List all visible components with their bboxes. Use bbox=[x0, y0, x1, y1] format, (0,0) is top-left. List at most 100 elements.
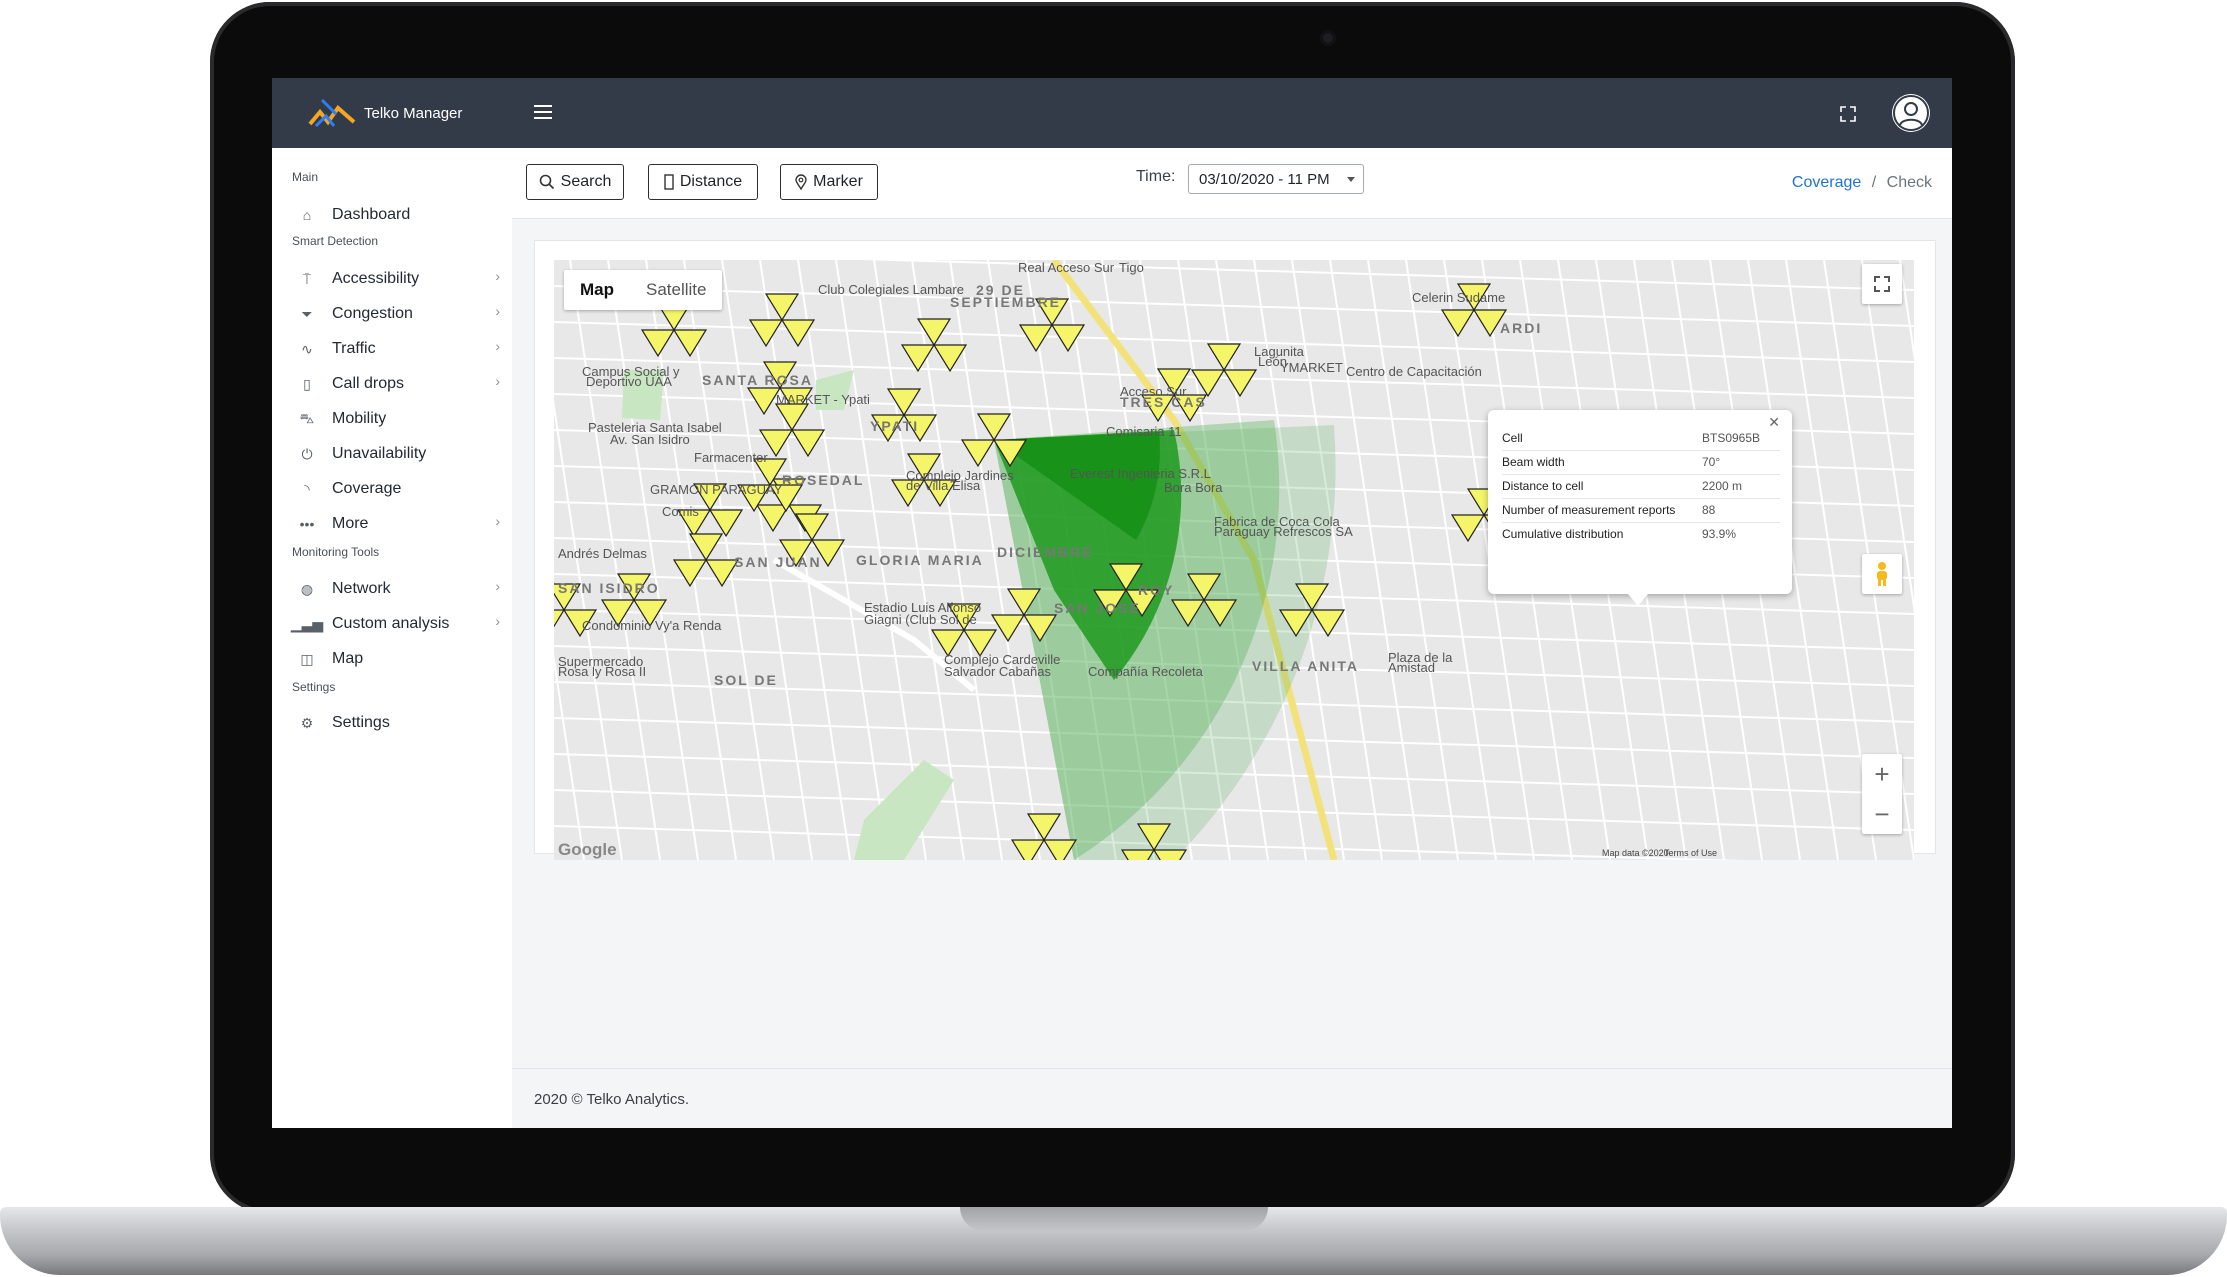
map-place-label: TRES CAS bbox=[1120, 394, 1207, 410]
menu-icon[interactable] bbox=[532, 102, 554, 122]
top-bar: Telko Manager bbox=[272, 78, 1952, 148]
google-logo: Google bbox=[558, 840, 617, 859]
map-place-label: SAN JUAN bbox=[734, 554, 822, 570]
funnel-icon: ⏷ bbox=[301, 305, 313, 322]
sidebar-item-dashboard[interactable]: ⌂ Dashboard bbox=[296, 202, 502, 228]
street-view-pegman[interactable] bbox=[1862, 554, 1902, 594]
cell-info-window: ✕ Cell BTS0965B Beam width 70° Distance … bbox=[1488, 410, 1792, 606]
sidebar-item-label: Mobility bbox=[332, 410, 387, 427]
map-place-label: ROSEDAL bbox=[782, 472, 865, 488]
map-place-label: SOL DE bbox=[714, 672, 778, 688]
sidebar-item-traffic[interactable]: ∿ Traffic › bbox=[296, 336, 502, 362]
sidebar-item-congestion[interactable]: ⏷ Congestion › bbox=[296, 301, 502, 327]
globe-icon: ◍ bbox=[300, 580, 314, 597]
map-place-label: YPATI bbox=[870, 418, 920, 434]
sidebar-item-label: Custom analysis bbox=[332, 615, 450, 632]
brand-name: Telko Manager bbox=[364, 104, 463, 122]
info-window-tail bbox=[1628, 594, 1648, 606]
info-value: 2200 m bbox=[1702, 479, 1743, 493]
sidebar-section-settings: Settings bbox=[292, 680, 336, 694]
map-attribution: Map data ©2020 bbox=[1602, 848, 1669, 858]
map-place-label: Paraguay Refrescos SA bbox=[1214, 524, 1353, 539]
breadcrumb: Coverage / Check bbox=[1792, 174, 1932, 192]
sidebar-item-label: Unavailability bbox=[332, 445, 427, 462]
map-icon: ◫ bbox=[300, 650, 314, 667]
info-value: 88 bbox=[1702, 503, 1716, 517]
user-avatar-icon[interactable] bbox=[1892, 94, 1930, 132]
map-place-label: DICIEMBRE bbox=[997, 544, 1094, 560]
sidebar-item-unavailability[interactable]: ⏻ Unavailability bbox=[296, 441, 502, 467]
toolbar: Search Distance Marker Time: 03/10/2020 … bbox=[512, 148, 1952, 219]
time-select[interactable]: 03/10/2020 - 11 PM bbox=[1188, 164, 1364, 194]
sidebar-item-label: Call drops bbox=[332, 375, 405, 392]
info-key: Beam width bbox=[1502, 455, 1565, 469]
zoom-out-button[interactable]: − bbox=[1862, 794, 1902, 834]
map-place-label: Salvador Cabañas bbox=[944, 664, 1051, 679]
info-row-cell: Cell BTS0965B bbox=[1502, 426, 1780, 451]
sidebar-item-mobility[interactable]: ⛍ Mobility bbox=[296, 406, 502, 432]
search-icon bbox=[539, 174, 554, 190]
footer: 2020 © Telko Analytics. bbox=[512, 1068, 1952, 1128]
map-place-label: Farmacenter bbox=[694, 450, 768, 465]
dots-icon: ••• bbox=[299, 516, 315, 532]
search-button[interactable]: Search bbox=[526, 164, 624, 200]
info-value: BTS0965B bbox=[1702, 431, 1761, 445]
brand[interactable]: Telko Manager bbox=[308, 96, 462, 130]
info-value: 93.9% bbox=[1702, 527, 1737, 541]
sidebar-section-monitoring-tools: Monitoring Tools bbox=[292, 545, 380, 559]
sidebar-item-more[interactable]: ••• More › bbox=[296, 511, 502, 537]
chevron-right-icon: › bbox=[495, 268, 500, 284]
fullscreen-icon[interactable] bbox=[1838, 104, 1858, 124]
map-place-label: Comis bbox=[662, 504, 699, 519]
sidebar-item-network[interactable]: ◍ Network › bbox=[296, 576, 502, 602]
fullscreen-icon bbox=[1874, 276, 1890, 292]
sidebar-item-accessibility[interactable]: ⍑ Accessibility › bbox=[296, 266, 502, 292]
info-row-beam-width: Beam width 70° bbox=[1502, 450, 1780, 475]
chevron-right-icon: › bbox=[495, 578, 500, 594]
coverage-map[interactable]: Map Satellite + − Real Acceso Sur Tigo 29 … bbox=[554, 260, 1914, 860]
time-select-value: 03/10/2020 - 11 PM bbox=[1199, 170, 1330, 188]
info-row-cumulative-distribution: Cumulative distribution 93.9% bbox=[1502, 522, 1780, 546]
sidebar-item-label: Coverage bbox=[332, 480, 402, 497]
zoom-in-button[interactable]: + bbox=[1862, 754, 1902, 794]
zoom-control: + − bbox=[1862, 754, 1902, 834]
pegman-icon bbox=[1877, 562, 1887, 586]
map-fullscreen-button[interactable] bbox=[1862, 264, 1902, 304]
map-place-label: Av. San Isidro bbox=[610, 432, 690, 447]
info-value: 70° bbox=[1702, 455, 1721, 469]
map-pin-icon bbox=[795, 174, 807, 190]
map-place-label: SAN ISIDRO bbox=[558, 580, 660, 596]
telko-logo-icon bbox=[308, 98, 356, 128]
map-type-map-tab[interactable]: Map bbox=[564, 270, 630, 310]
terms-of-use-link[interactable]: Terms of Use bbox=[1664, 848, 1717, 858]
sidebar-item-call-drops[interactable]: ▯ Call drops › bbox=[296, 371, 502, 397]
sidebar-item-label: Dashboard bbox=[332, 206, 411, 223]
map-place-label: Club Colegiales Lambare bbox=[818, 282, 964, 297]
phone-icon: ▯ bbox=[303, 375, 311, 392]
marker-button[interactable]: Marker bbox=[780, 164, 878, 200]
map-place-label: Deportivo UAA bbox=[586, 374, 672, 389]
map-place-label: ROY bbox=[1138, 582, 1175, 598]
map-place-label: Amistad bbox=[1388, 660, 1435, 675]
sidebar-item-map[interactable]: ◫ Map bbox=[296, 646, 502, 672]
map-place-label: SEPTIEMBRE bbox=[950, 294, 1062, 310]
map-place-label: ARDI bbox=[1500, 320, 1543, 336]
map-type-satellite-tab[interactable]: Satellite bbox=[630, 270, 722, 310]
info-key: Number of measurement reports bbox=[1502, 503, 1676, 517]
breadcrumb-coverage-link[interactable]: Coverage bbox=[1792, 174, 1861, 191]
bar-chart-icon: ▁▃▅ bbox=[290, 615, 324, 632]
distance-button[interactable]: Distance bbox=[648, 164, 758, 200]
map-place-label: GLORIA MARIA bbox=[856, 552, 984, 568]
map-place-label: Centro de Capacitación bbox=[1346, 364, 1482, 379]
sidebar-item-settings[interactable]: ⚙ Settings bbox=[296, 710, 502, 736]
time-label: Time: bbox=[1136, 168, 1176, 185]
map-place-label: Tigo bbox=[1119, 260, 1144, 275]
breadcrumb-separator: / bbox=[1871, 174, 1877, 191]
sidebar-item-custom-analysis[interactable]: ▁▃▅ Custom analysis › bbox=[290, 611, 502, 637]
map-place-label: Giagni (Club Sol de bbox=[864, 612, 977, 627]
sidebar-item-label: Congestion bbox=[332, 305, 413, 322]
map-type-control: Map Satellite bbox=[564, 270, 723, 310]
map-place-label: Celerin Sudame bbox=[1412, 290, 1506, 305]
sidebar-item-coverage[interactable]: ◝ Coverage bbox=[296, 476, 502, 502]
sidebar-item-label: More bbox=[332, 515, 369, 532]
